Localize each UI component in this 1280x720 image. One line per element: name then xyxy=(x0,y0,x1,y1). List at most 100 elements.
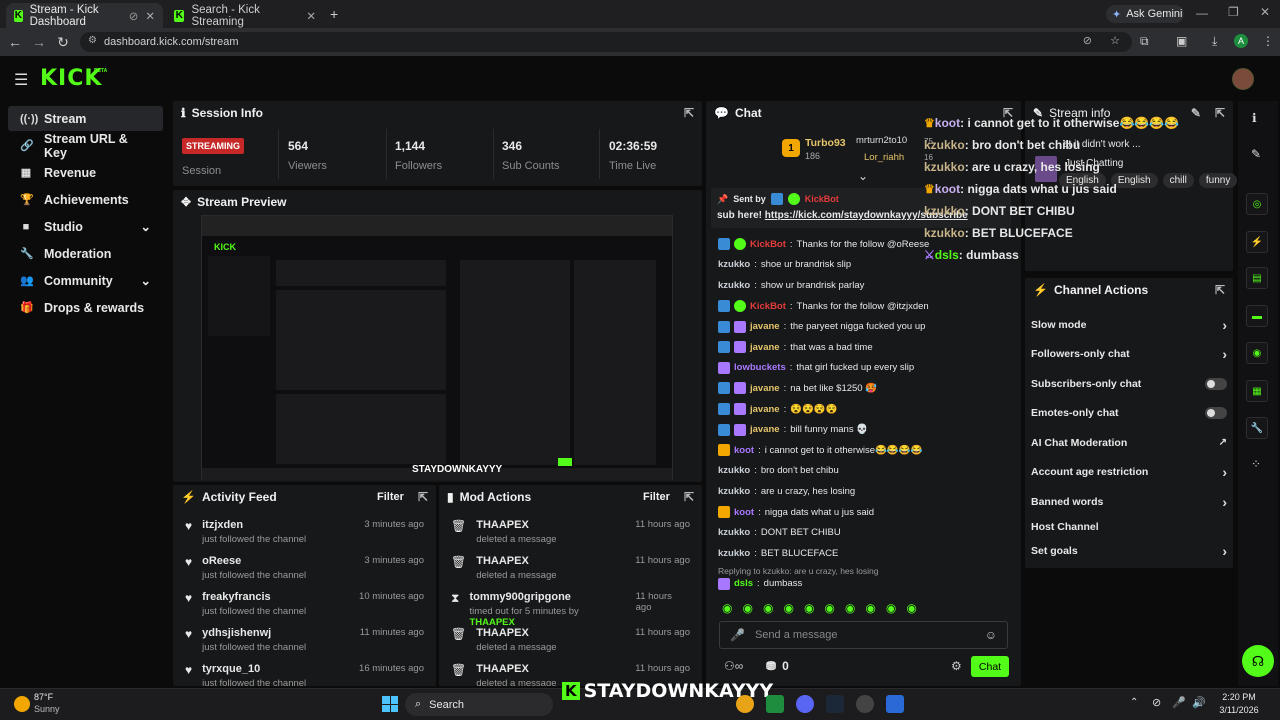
notes-button[interactable]: ▤ xyxy=(1246,267,1268,289)
emote-icon[interactable]: ◉ xyxy=(886,601,896,615)
emote-icon[interactable]: ◉ xyxy=(804,601,814,615)
forward-icon[interactable]: → xyxy=(30,34,48,50)
clip-button[interactable]: ◎ xyxy=(1246,193,1268,215)
reload-icon[interactable]: ↻ xyxy=(54,34,72,51)
leader-user3[interactable]: Lor_riahh xyxy=(864,152,904,163)
emote-icon[interactable]: ◉ xyxy=(783,601,793,615)
sidebar-item-stream[interactable]: ((·)) Stream xyxy=(8,106,163,131)
user-avatar[interactable] xyxy=(1232,68,1254,90)
minimize-button[interactable]: — xyxy=(1196,6,1208,20)
stream-preview-video[interactable]: KICK STAYDOWNKAYYY xyxy=(201,215,673,480)
account-age-row[interactable]: Account age restriction › xyxy=(1031,458,1227,488)
sidebar-item-revenue[interactable]: ▦ Revenue xyxy=(8,160,163,185)
sidebar-item-studio[interactable]: ■ Studio ⌄ xyxy=(8,214,163,239)
chevron-right-icon: › xyxy=(1222,493,1227,510)
profile-avatar[interactable]: A xyxy=(1234,34,1248,48)
reply-context: Replying to kzukko: are u crazy, hes los… xyxy=(718,565,879,576)
sidebar-item-stream-url[interactable]: 🔗 Stream URL & Key xyxy=(8,132,163,160)
info-icon[interactable]: ℹ xyxy=(1252,111,1257,125)
broadcast-button[interactable]: ◉ xyxy=(1246,342,1268,364)
sidebar-item-moderation[interactable]: 🔧 Moderation xyxy=(8,241,163,266)
app-icon[interactable] xyxy=(766,695,784,713)
mute-icon[interactable]: ⊘ xyxy=(129,9,139,23)
windows-start-icon[interactable] xyxy=(382,696,398,712)
apps-icon[interactable]: ⁘ xyxy=(1251,457,1261,471)
extensions-icon[interactable]: ⧉ xyxy=(1140,34,1149,49)
support-headset-button[interactable]: ☊ xyxy=(1242,645,1274,677)
tab-search-kick[interactable]: K Search - Kick Streaming ✕ xyxy=(166,3,324,28)
address-bar[interactable]: ⚙ dashboard.kick.com/stream ⊘ ☆ xyxy=(80,32,1132,52)
sidebar-item-community[interactable]: 👥 Community ⌄ xyxy=(8,268,163,293)
emote-icon[interactable]: ◉ xyxy=(906,601,916,615)
sidebar-item-drops[interactable]: 🎁 Drops & rewards xyxy=(8,295,163,320)
send-chat-button[interactable]: Chat xyxy=(971,656,1009,677)
banned-words-row[interactable]: Banned words › xyxy=(1031,487,1227,517)
clock-time[interactable]: 2:20 PM xyxy=(1214,692,1264,702)
taskbar-search[interactable]: ⌕ Search xyxy=(405,693,553,716)
ai-moderation-row[interactable]: AI Chat Moderation ↗ xyxy=(1031,428,1227,458)
emote-icon[interactable]: ◉ xyxy=(763,601,773,615)
followers-only-row[interactable]: Followers-only chat › xyxy=(1031,340,1227,370)
new-tab-button[interactable]: + xyxy=(330,6,338,22)
close-tab-icon[interactable]: ✕ xyxy=(306,9,316,23)
site-info-icon[interactable]: ⚙ xyxy=(88,35,97,46)
weather-sun-icon[interactable] xyxy=(14,696,30,712)
leader-name[interactable]: Turbo93 xyxy=(805,137,846,149)
emoji-icon[interactable]: ☺ xyxy=(985,628,997,642)
tab-stream-dashboard[interactable]: K Stream - Kick Dashboard ⊘ ✕ xyxy=(6,3,163,28)
chevron-down-icon: ⌄ xyxy=(140,220,151,234)
download-icon[interactable]: ⤓ xyxy=(1212,34,1217,49)
app-icon[interactable] xyxy=(886,695,904,713)
lightning-button[interactable]: ⚡ xyxy=(1246,231,1268,253)
channel-points[interactable]: ⛃ 0 xyxy=(766,659,789,673)
emote-icon[interactable]: ◉ xyxy=(742,601,752,615)
chat-button[interactable]: ▬ xyxy=(1246,305,1268,327)
app-icon[interactable] xyxy=(856,695,874,713)
chat-input[interactable]: 🎤 Send a message ☺ xyxy=(719,621,1008,649)
mic-icon[interactable]: 🎤 xyxy=(1172,696,1186,709)
bookmark-star-icon[interactable]: ☆ xyxy=(1110,34,1120,47)
back-icon[interactable]: ← xyxy=(6,34,24,50)
edit-icon[interactable]: ✎ xyxy=(1251,147,1261,161)
emote-icon[interactable]: ◉ xyxy=(865,601,875,615)
subscribers-only-toggle[interactable] xyxy=(1205,377,1227,390)
sidebar-icon[interactable]: ▣ xyxy=(1176,34,1187,48)
steam-icon[interactable] xyxy=(826,695,844,713)
speaker-icon[interactable]: 🔊 xyxy=(1192,696,1206,709)
maximize-button[interactable]: ❐ xyxy=(1228,5,1239,19)
close-tab-icon[interactable]: ✕ xyxy=(145,9,155,23)
emotes-only-toggle[interactable] xyxy=(1205,407,1227,420)
discord-icon[interactable] xyxy=(796,695,814,713)
activity-filter-button[interactable]: Filter xyxy=(377,491,404,503)
mic-icon[interactable]: 🎤 xyxy=(730,628,745,642)
set-goals-row[interactable]: Set goals › xyxy=(1031,537,1227,567)
popout-icon[interactable]: ⇱ xyxy=(1215,283,1225,297)
clock-date[interactable]: 3/11/2026 xyxy=(1214,705,1264,715)
leader-user2[interactable]: mrturn2to10 xyxy=(856,135,907,146)
popout-icon[interactable]: ⇱ xyxy=(418,490,428,504)
ask-gemini-button[interactable]: ✦ Ask Gemini xyxy=(1106,5,1184,23)
close-window-button[interactable]: ✕ xyxy=(1260,5,1270,19)
chat-bubble-icon: 💬 xyxy=(714,106,729,120)
slow-mode-row[interactable]: Slow mode › xyxy=(1031,310,1227,340)
popout-icon[interactable]: ⇱ xyxy=(684,106,694,120)
layout-button[interactable]: ▦ xyxy=(1246,380,1268,402)
network-icon[interactable]: ⊘ xyxy=(1152,696,1161,709)
host-channel-row[interactable]: Host Channel xyxy=(1031,517,1227,537)
people-infinity-icon[interactable]: ⚇∞ xyxy=(724,659,743,673)
tray-chevron-icon[interactable]: ⌃ xyxy=(1130,697,1138,708)
hamburger-menu-icon[interactable]: ☰ xyxy=(14,70,28,90)
mod-filter-button[interactable]: Filter xyxy=(643,491,670,503)
popout-icon[interactable]: ⇱ xyxy=(684,490,694,504)
emote-icon[interactable]: ◉ xyxy=(845,601,855,615)
expand-leaderboard-icon[interactable]: ⌄ xyxy=(858,169,868,183)
chrome-icon[interactable] xyxy=(736,695,754,713)
emote-icon[interactable]: ◉ xyxy=(824,601,834,615)
wrench-button[interactable]: 🔧 xyxy=(1246,417,1268,439)
eye-off-icon[interactable]: ⊘ xyxy=(1083,34,1092,47)
emote-icon[interactable]: ◉ xyxy=(722,601,732,615)
list-item: ♥ oReese just followed the channel 3 minute… xyxy=(185,555,424,581)
sidebar-item-achievements[interactable]: 🏆 Achievements xyxy=(8,187,163,212)
chat-settings-icon[interactable]: ⚙ xyxy=(951,659,962,673)
menu-kebab-icon[interactable]: ⋮ xyxy=(1262,34,1274,48)
